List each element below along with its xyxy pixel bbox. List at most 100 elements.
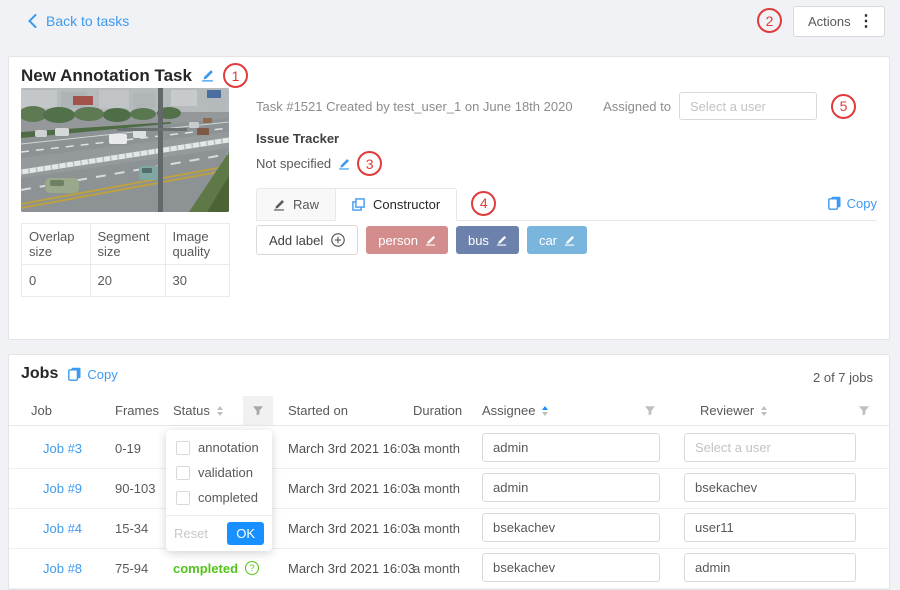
param-value-segment: 20 — [90, 265, 165, 297]
edit-label-person-icon[interactable] — [425, 235, 436, 246]
filter-option-label: annotation — [198, 440, 259, 455]
param-value-overlap: 0 — [22, 265, 91, 297]
column-status[interactable]: Status — [173, 396, 223, 425]
task-title: New Annotation Task — [21, 66, 192, 86]
copy-jobs-link[interactable]: Copy — [68, 367, 117, 382]
edit-label-car-icon[interactable] — [564, 235, 575, 246]
job-link[interactable]: Job #9 — [43, 468, 82, 508]
status-filter-button[interactable] — [243, 396, 273, 425]
label-person-name: person — [378, 233, 418, 248]
tab-constructor-label: Constructor — [373, 197, 440, 212]
started-cell: March 3rd 2021 16:03 — [288, 508, 415, 548]
cvat-task-page: Back to tasks 2 Actions ⋮ New Annotation… — [0, 0, 900, 590]
column-status-label: Status — [173, 403, 210, 418]
started-cell: March 3rd 2021 16:03 — [288, 548, 415, 588]
label-bus-name: bus — [468, 233, 489, 248]
callout-3: 3 — [357, 151, 382, 176]
started-cell: March 3rd 2021 16:03 — [288, 428, 415, 468]
reviewer-sort-icon[interactable] — [761, 406, 767, 416]
tab-raw[interactable]: Raw — [256, 188, 335, 221]
jobs-header: Jobs Copy — [21, 365, 118, 383]
label-chip-person[interactable]: person — [366, 226, 448, 254]
jobs-card: Jobs Copy 2 of 7 jobs Job Frames Status … — [8, 354, 890, 590]
task-parameters-table: Overlap size Segment size Image quality … — [21, 223, 230, 297]
reviewer-input[interactable] — [684, 473, 856, 502]
callout-4: 4 — [471, 191, 496, 216]
assignee-input[interactable] — [482, 473, 660, 502]
filter-option-annotation[interactable]: annotation — [166, 435, 272, 460]
label-car-name: car — [539, 233, 557, 248]
assigned-to-input[interactable] — [679, 92, 817, 120]
edit-title-icon[interactable] — [201, 69, 214, 82]
frames-cell: 75-94 — [115, 548, 148, 588]
plus-circle-icon — [331, 233, 345, 247]
jobs-table-header: Job Frames Status Started on Duration As… — [9, 396, 889, 426]
column-assignee[interactable]: Assignee — [482, 396, 548, 425]
copy-jobs-label: Copy — [87, 367, 117, 382]
duration-cell: a month — [413, 468, 460, 508]
label-chip-car[interactable]: car — [527, 226, 587, 254]
job-link[interactable]: Job #8 — [43, 548, 82, 588]
filter-option-label: completed — [198, 490, 258, 505]
block-icon — [352, 198, 365, 211]
assignee-input[interactable] — [482, 553, 660, 582]
filter-funnel-icon — [858, 405, 870, 417]
reviewer-input[interactable] — [684, 433, 856, 462]
raw-edit-icon — [273, 199, 285, 211]
status-cell: completed ? — [173, 548, 259, 588]
edit-issue-tracker-icon[interactable] — [338, 158, 350, 170]
checkbox-icon[interactable] — [176, 466, 190, 480]
back-label: Back to tasks — [46, 13, 129, 29]
filter-reset-button[interactable]: Reset — [174, 526, 208, 541]
assigned-to-label: Assigned to — [603, 99, 671, 114]
assigned-to-block: Assigned to 5 — [603, 92, 856, 120]
labels-tabs: Raw Constructor 4 Copy — [256, 186, 877, 221]
callout-1: 1 — [223, 63, 248, 88]
filter-ok-button[interactable]: OK — [227, 522, 264, 545]
reviewer-input[interactable] — [684, 553, 856, 582]
job-row: Job #4 15-34 March 3rd 2021 16:03 a mont… — [9, 508, 889, 549]
callout-5: 5 — [831, 94, 856, 119]
job-row: Job #8 75-94 completed ? March 3rd 2021 … — [9, 548, 889, 589]
status-sort-icon[interactable] — [217, 406, 223, 416]
back-chevron-icon — [28, 14, 37, 28]
column-frames: Frames — [115, 396, 159, 425]
labels-row: Add label person bus car — [256, 225, 587, 255]
tab-constructor[interactable]: Constructor — [335, 188, 457, 221]
issue-tracker-label: Issue Tracker — [256, 131, 339, 146]
actions-button[interactable]: Actions ⋮ — [793, 6, 885, 37]
status-completed-text: completed — [173, 561, 238, 576]
tab-raw-label: Raw — [293, 197, 319, 212]
job-link[interactable]: Job #4 — [43, 508, 82, 548]
column-assignee-label: Assignee — [482, 403, 535, 418]
task-details-card: New Annotation Task 1 — [8, 56, 890, 340]
started-cell: March 3rd 2021 16:03 — [288, 468, 415, 508]
reviewer-filter-button[interactable] — [853, 396, 875, 425]
assignee-filter-button[interactable] — [639, 396, 661, 425]
checkbox-icon[interactable] — [176, 441, 190, 455]
checkbox-icon[interactable] — [176, 491, 190, 505]
filter-option-completed[interactable]: completed — [166, 485, 272, 510]
column-job: Job — [31, 396, 52, 425]
column-reviewer[interactable]: Reviewer — [700, 396, 767, 425]
add-label-button[interactable]: Add label — [256, 225, 358, 255]
job-row: Job #9 90-103 March 3rd 2021 16:03 a mon… — [9, 468, 889, 509]
frames-cell: 90-103 — [115, 468, 155, 508]
job-row: Job #3 0-19 March 3rd 2021 16:03 a month — [9, 428, 889, 469]
assignee-input[interactable] — [482, 513, 660, 542]
filter-funnel-icon — [252, 405, 264, 417]
reviewer-input[interactable] — [684, 513, 856, 542]
more-menu-icon[interactable]: ⋮ — [858, 14, 874, 30]
param-header-segment: Segment size — [90, 224, 165, 265]
frames-cell: 15-34 — [115, 508, 148, 548]
assignee-input[interactable] — [482, 433, 660, 462]
job-link[interactable]: Job #3 — [43, 428, 82, 468]
assignee-sort-icon[interactable] — [542, 406, 548, 416]
back-to-tasks-link[interactable]: Back to tasks — [28, 13, 129, 29]
copy-labels-link[interactable]: Copy — [828, 196, 877, 211]
edit-label-bus-icon[interactable] — [496, 235, 507, 246]
filter-funnel-icon — [644, 405, 656, 417]
label-chip-bus[interactable]: bus — [456, 226, 519, 254]
filter-option-validation[interactable]: validation — [166, 460, 272, 485]
question-circle-icon[interactable]: ? — [245, 561, 259, 575]
